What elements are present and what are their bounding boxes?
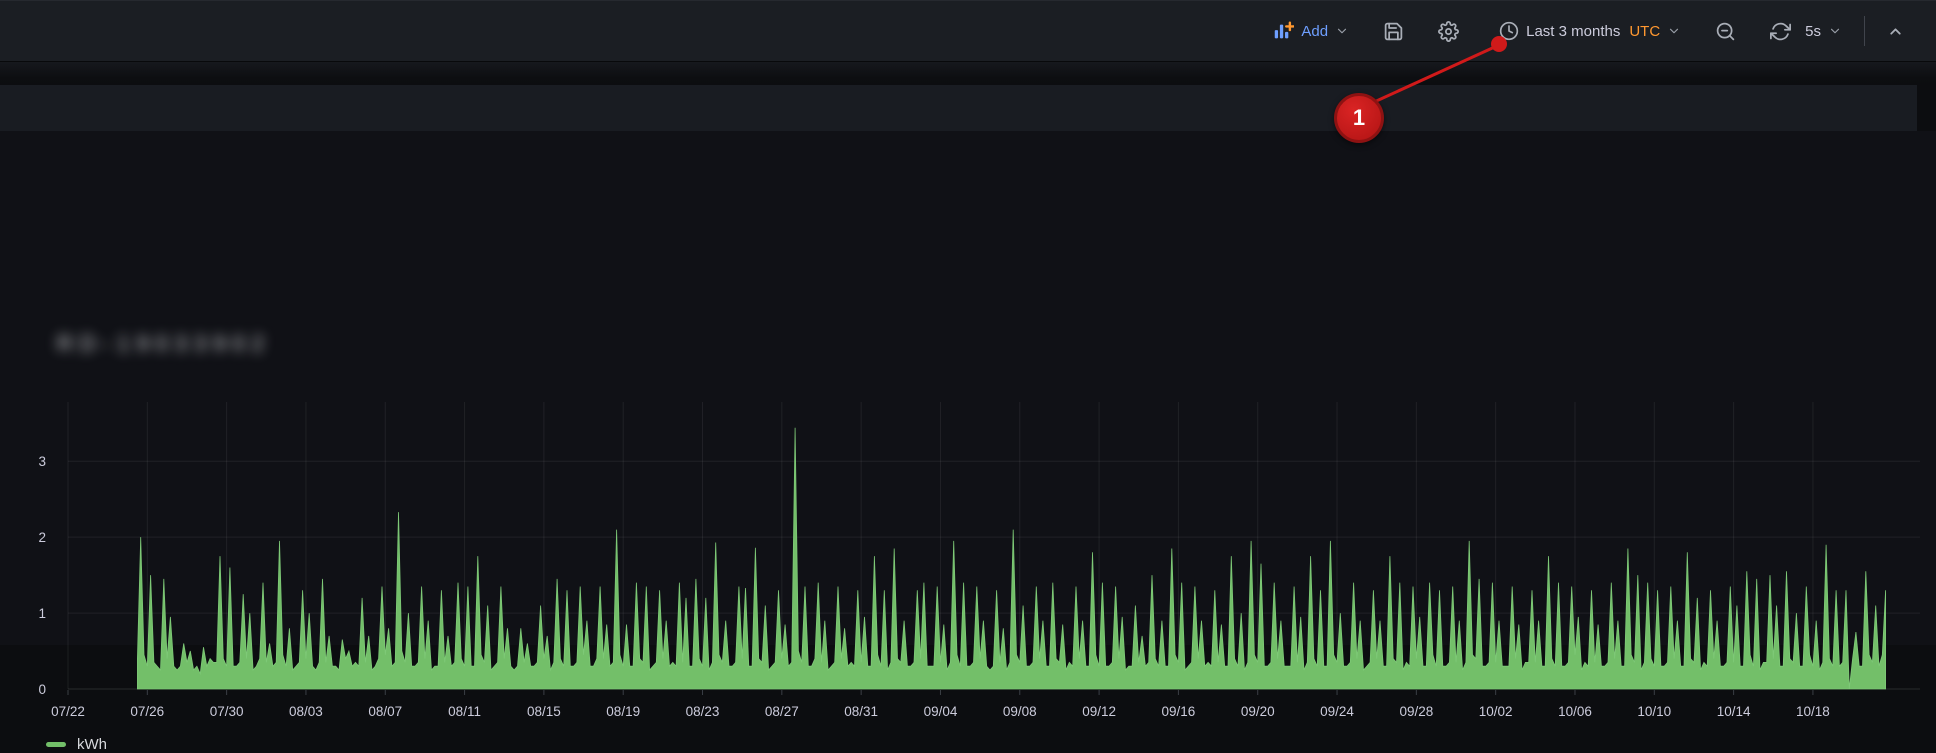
time-range-picker[interactable]: Last 3 months UTC [1489, 15, 1691, 47]
dashboard-toolbar: Add [1262, 14, 1936, 48]
x-tick-label: 09/28 [1399, 704, 1433, 719]
x-tick-label: 10/06 [1558, 704, 1592, 719]
x-tick-label: 08/31 [844, 704, 878, 719]
refresh-interval-label: 5s [1805, 23, 1821, 40]
panel-title-redacted[interactable]: RD-19033902 [57, 331, 271, 357]
timezone-label: UTC [1629, 23, 1660, 40]
clock-icon [1499, 21, 1519, 41]
x-tick-label: 09/16 [1162, 704, 1196, 719]
x-tick-label: 07/22 [51, 704, 85, 719]
x-tick-label: 10/10 [1637, 704, 1671, 719]
save-dashboard-button[interactable] [1373, 15, 1414, 48]
add-button-label: Add [1301, 23, 1328, 40]
x-tick-label: 08/11 [448, 704, 481, 719]
series-area-kwh [137, 428, 1885, 689]
grafana-dashboard: { "toolbar": { "add_label": "Add", "time… [0, 0, 1936, 652]
zoom-out-time-button[interactable] [1705, 15, 1746, 48]
chevron-down-icon [1667, 24, 1681, 38]
refresh-dashboard-button[interactable] [1760, 15, 1801, 48]
x-tick-label: 07/26 [130, 704, 164, 719]
x-tick-label: 08/23 [686, 704, 720, 719]
x-tick-label: 09/12 [1082, 704, 1116, 719]
y-tick-label: 0 [38, 682, 46, 697]
x-tick-label: 08/27 [765, 704, 799, 719]
x-tick-label: 09/20 [1241, 704, 1275, 719]
chevron-up-icon [1887, 23, 1904, 40]
y-tick-label: 2 [38, 530, 46, 545]
toolbar-divider [1864, 16, 1865, 46]
save-icon [1383, 21, 1404, 42]
zoom-out-icon [1715, 21, 1736, 42]
x-tick-label: 09/08 [1003, 704, 1037, 719]
legend-series-label: kWh [77, 736, 107, 753]
x-tick-label: 09/04 [924, 704, 958, 719]
x-tick-label: 10/14 [1717, 704, 1751, 719]
annotation-badge-1: 1 [1334, 93, 1384, 143]
x-tick-label: 07/30 [210, 704, 244, 719]
x-tick-label: 08/15 [527, 704, 561, 719]
time-range-label: Last 3 months [1526, 23, 1620, 40]
nav-shadow-band [0, 62, 1936, 85]
chart-legend[interactable]: kWh [46, 736, 107, 753]
y-tick-label: 3 [38, 454, 46, 469]
panel-row-header [0, 85, 1917, 131]
dashboard-settings-button[interactable] [1428, 15, 1469, 48]
collapse-toolbar-button[interactable] [1877, 17, 1914, 46]
chevron-down-icon [1828, 24, 1842, 38]
refresh-icon [1770, 21, 1791, 42]
refresh-interval-picker[interactable]: 5s [1801, 17, 1852, 46]
gear-icon [1438, 21, 1459, 42]
x-tick-label: 08/03 [289, 704, 323, 719]
add-panel-button[interactable]: Add [1262, 14, 1359, 48]
x-tick-label: 10/02 [1479, 704, 1513, 719]
x-tick-label: 08/07 [368, 704, 402, 719]
time-series-plot[interactable]: 07/2207/2607/3008/0308/0708/1108/1508/19… [68, 402, 1920, 689]
x-tick-label: 09/24 [1320, 704, 1354, 719]
chevron-down-icon [1335, 24, 1349, 38]
legend-series-swatch [46, 742, 66, 747]
y-tick-label: 1 [38, 606, 46, 621]
x-tick-label: 10/18 [1796, 704, 1830, 719]
top-nav-bar: Add [0, 0, 1936, 63]
chart-panel: RD-19033902 07/2207/2607/3008/0308/0708/… [0, 131, 1936, 645]
bar-chart-plus-icon [1272, 20, 1294, 42]
x-tick-label: 08/19 [606, 704, 640, 719]
